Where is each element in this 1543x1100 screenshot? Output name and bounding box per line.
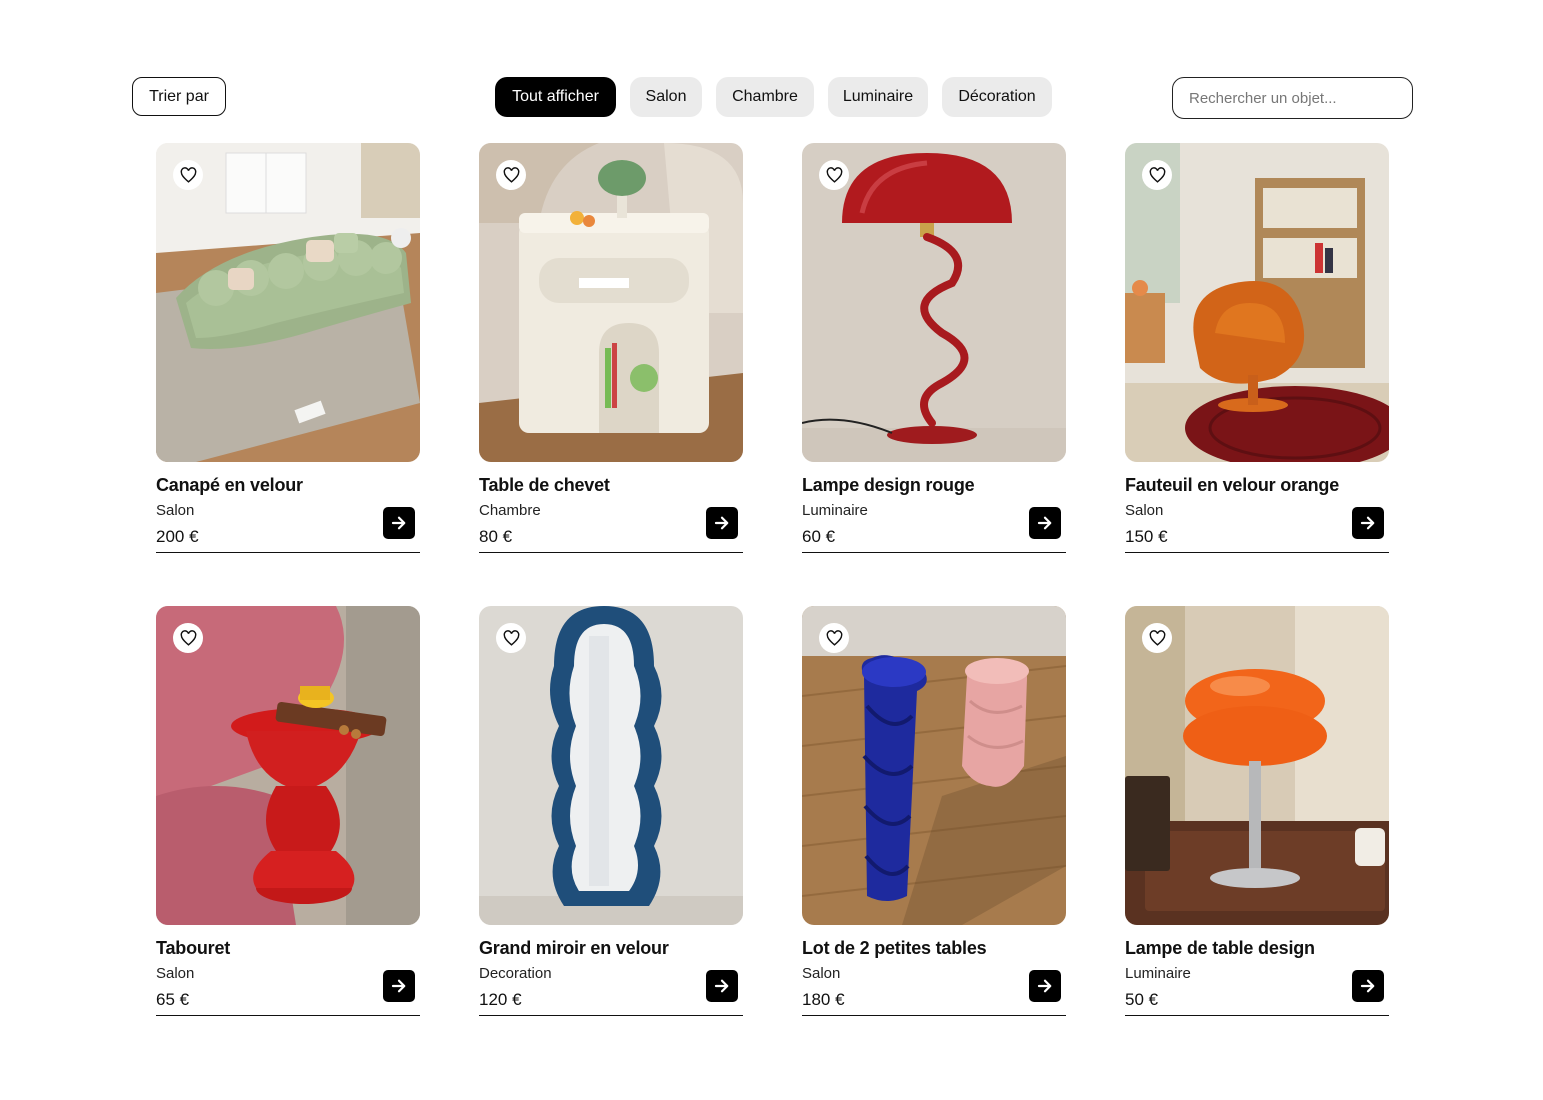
category-filters: Tout afficher Salon Chambre Luminaire Dé… — [495, 77, 1052, 117]
arrow-right-icon — [391, 516, 406, 530]
heart-icon — [1149, 166, 1165, 183]
view-product-button[interactable] — [1029, 970, 1061, 1002]
product-catalog-page: Trier par Tout afficher Salon Chambre Lu… — [0, 0, 1543, 1100]
product-price: 180 € — [802, 990, 845, 1009]
product-card[interactable]: Tabouret Salon 65 € — [156, 606, 420, 1016]
product-category: Luminaire — [802, 502, 868, 519]
product-category: Salon — [1125, 502, 1164, 519]
product-price: 80 € — [479, 527, 513, 546]
product-price-row: 200 € — [156, 507, 420, 553]
product-card[interactable]: Grand miroir en velour Decoration 120 € — [479, 606, 743, 1016]
favorite-button[interactable] — [1142, 160, 1172, 190]
product-image-orange-armchair[interactable] — [1125, 143, 1389, 462]
arrow-right-icon — [391, 979, 406, 993]
arrow-right-icon — [1360, 516, 1375, 530]
product-price: 60 € — [802, 527, 836, 546]
heart-icon — [180, 629, 196, 646]
view-product-button[interactable] — [1352, 507, 1384, 539]
product-image-cream-nightstand[interactable] — [479, 143, 743, 462]
sort-button[interactable]: Trier par — [132, 77, 226, 116]
product-price-row: 150 € — [1125, 507, 1389, 553]
product-category: Chambre — [479, 502, 541, 519]
product-image-red-wave-lamp[interactable] — [802, 143, 1066, 462]
product-title: Grand miroir en velour — [479, 938, 669, 958]
arrow-right-icon — [1037, 979, 1052, 993]
product-title: Lampe de table design — [1125, 938, 1315, 958]
product-card[interactable]: Lot de 2 petites tables Salon 180 € — [802, 606, 1066, 1016]
view-product-button[interactable] — [1352, 970, 1384, 1002]
heart-icon — [1149, 629, 1165, 646]
product-price: 50 € — [1125, 990, 1159, 1009]
favorite-button[interactable] — [496, 160, 526, 190]
product-card[interactable]: Canapé en velour Salon 200 € — [156, 143, 420, 553]
product-price-row: 180 € — [802, 970, 1066, 1016]
heart-icon — [180, 166, 196, 183]
favorite-button[interactable] — [173, 160, 203, 190]
view-product-button[interactable] — [383, 970, 415, 1002]
product-title: Lampe design rouge — [802, 475, 975, 495]
favorite-button[interactable] — [819, 160, 849, 190]
arrow-right-icon — [714, 979, 729, 993]
view-product-button[interactable] — [383, 507, 415, 539]
favorite-button[interactable] — [496, 623, 526, 653]
product-price: 200 € — [156, 527, 199, 546]
view-product-button[interactable] — [706, 970, 738, 1002]
product-price: 150 € — [1125, 527, 1168, 546]
product-price-row: 65 € — [156, 970, 420, 1016]
heart-icon — [826, 166, 842, 183]
product-title: Canapé en velour — [156, 475, 303, 495]
product-card[interactable]: Fauteuil en velour orange Salon 150 € — [1125, 143, 1389, 553]
product-card[interactable]: Lampe design rouge Luminaire 60 € — [802, 143, 1066, 553]
heart-icon — [503, 166, 519, 183]
product-card[interactable]: Table de chevet Chambre 80 € — [479, 143, 743, 553]
product-category: Luminaire — [1125, 965, 1191, 982]
product-image-wavy-mirror[interactable] — [479, 606, 743, 925]
filter-luminaire[interactable]: Luminaire — [828, 77, 928, 117]
filter-tout-afficher[interactable]: Tout afficher — [495, 77, 616, 117]
filter-chambre[interactable]: Chambre — [716, 77, 814, 117]
product-price-row: 120 € — [479, 970, 743, 1016]
product-price: 120 € — [479, 990, 522, 1009]
product-card[interactable]: Lampe de table design Luminaire 50 € — [1125, 606, 1389, 1016]
filter-decoration[interactable]: Décoration — [942, 77, 1052, 117]
favorite-button[interactable] — [173, 623, 203, 653]
heart-icon — [826, 629, 842, 646]
search-input[interactable] — [1172, 77, 1413, 119]
arrow-right-icon — [1037, 516, 1052, 530]
product-price-row: 50 € — [1125, 970, 1389, 1016]
product-image-green-sofa[interactable] — [156, 143, 420, 462]
product-price-row: 80 € — [479, 507, 743, 553]
favorite-button[interactable] — [1142, 623, 1172, 653]
arrow-right-icon — [714, 516, 729, 530]
favorite-button[interactable] — [819, 623, 849, 653]
heart-icon — [503, 629, 519, 646]
product-title: Table de chevet — [479, 475, 610, 495]
product-category: Decoration — [479, 965, 552, 982]
arrow-right-icon — [1360, 979, 1375, 993]
product-price-row: 60 € — [802, 507, 1066, 553]
product-title: Lot de 2 petites tables — [802, 938, 987, 958]
product-category: Salon — [156, 502, 195, 519]
view-product-button[interactable] — [706, 507, 738, 539]
filter-salon[interactable]: Salon — [630, 77, 702, 117]
product-category: Salon — [156, 965, 195, 982]
view-product-button[interactable] — [1029, 507, 1061, 539]
product-category: Salon — [802, 965, 841, 982]
product-image-twisted-side-tables[interactable] — [802, 606, 1066, 925]
product-price: 65 € — [156, 990, 190, 1009]
product-title: Fauteuil en velour orange — [1125, 475, 1340, 495]
product-image-red-stool[interactable] — [156, 606, 420, 925]
product-image-orange-table-lamp[interactable] — [1125, 606, 1389, 925]
product-title: Tabouret — [156, 938, 231, 958]
